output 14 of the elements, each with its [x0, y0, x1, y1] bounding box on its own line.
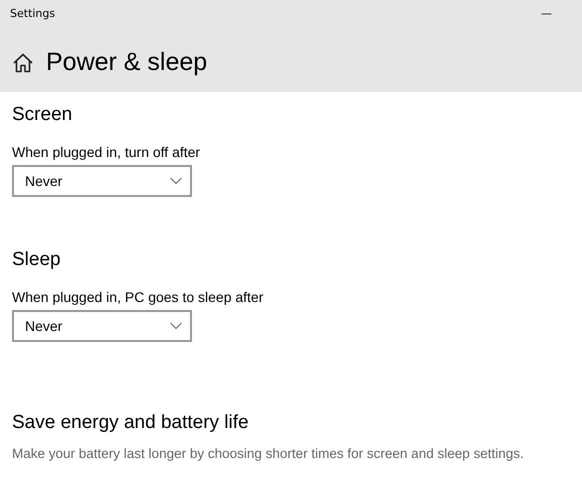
setting-label: When plugged in, PC goes to sleep after [12, 289, 264, 305]
minimize-button[interactable]: — [521, 6, 572, 20]
setting-label: When plugged in, turn off after [12, 144, 200, 160]
timeout-dropdown[interactable]: Never [12, 165, 192, 197]
timeout-dropdown[interactable]: Never [12, 310, 192, 342]
window-title: Settings [10, 6, 56, 20]
section-description: Make your battery last longer by choosing shorter times for screen and sleep settings. [12, 446, 524, 461]
section-heading: Save energy and battery life [12, 412, 249, 434]
caret-icon [170, 177, 182, 185]
section-heading: Screen [12, 104, 72, 126]
section-heading: Sleep [12, 249, 61, 271]
caret-icon [170, 322, 182, 330]
page-title: Power & sleep [46, 48, 208, 77]
home-icon[interactable] [12, 52, 34, 74]
